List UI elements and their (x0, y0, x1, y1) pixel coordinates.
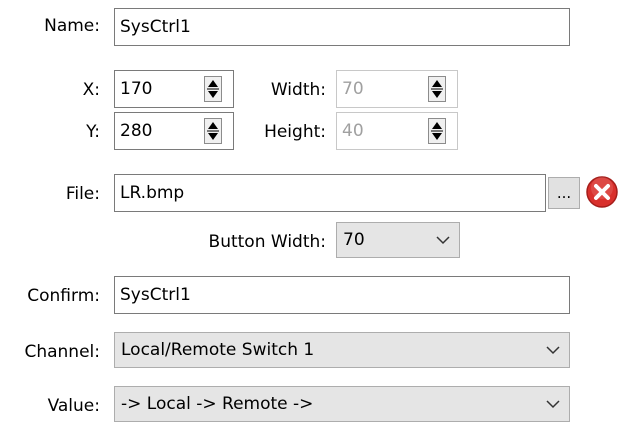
channel-value: Local/Remote Switch 1 (121, 340, 315, 360)
y-label: Y: (86, 122, 100, 142)
width-spin-button[interactable] (428, 76, 446, 102)
up-down-arrows-icon (207, 80, 219, 98)
button-width-label: Button Width: (208, 232, 326, 252)
x-label: X: (82, 80, 100, 100)
value-select[interactable]: -> Local -> Remote -> (114, 386, 570, 422)
channel-select[interactable]: Local/Remote Switch 1 (114, 332, 570, 368)
y-spin-button[interactable] (204, 118, 222, 144)
red-x-clear-icon[interactable] (585, 175, 619, 209)
width-value[interactable]: 70 (342, 71, 364, 107)
value-label: Value: (47, 396, 100, 416)
width-stepper[interactable]: 70 (336, 70, 458, 108)
y-value[interactable]: 280 (120, 113, 152, 149)
file-label: File: (65, 184, 100, 204)
button-width-value: 70 (343, 230, 365, 250)
x-value[interactable]: 170 (120, 71, 152, 107)
y-stepper[interactable]: 280 (114, 112, 234, 150)
height-stepper[interactable]: 40 (336, 112, 458, 150)
value-value: -> Local -> Remote -> (121, 394, 314, 414)
file-input[interactable]: LR.bmp (114, 174, 546, 212)
chevron-down-icon (546, 400, 560, 409)
button-width-select[interactable]: 70 (336, 222, 460, 258)
confirm-input[interactable]: SysCtrl1 (114, 276, 570, 314)
up-down-arrows-icon (431, 80, 443, 98)
x-stepper[interactable]: 170 (114, 70, 234, 108)
channel-label: Channel: (24, 342, 100, 362)
height-spin-button[interactable] (428, 118, 446, 144)
confirm-label: Confirm: (27, 286, 100, 306)
height-label: Height: (264, 122, 326, 142)
chevron-down-icon (436, 236, 450, 245)
name-label: Name: (44, 16, 100, 36)
height-value[interactable]: 40 (342, 113, 364, 149)
x-spin-button[interactable] (204, 76, 222, 102)
chevron-down-icon (546, 346, 560, 355)
width-label: Width: (270, 80, 326, 100)
name-input[interactable]: SysCtrl1 (114, 8, 570, 46)
up-down-arrows-icon (207, 122, 219, 140)
browse-button[interactable]: ... (548, 177, 580, 209)
up-down-arrows-icon (431, 122, 443, 140)
